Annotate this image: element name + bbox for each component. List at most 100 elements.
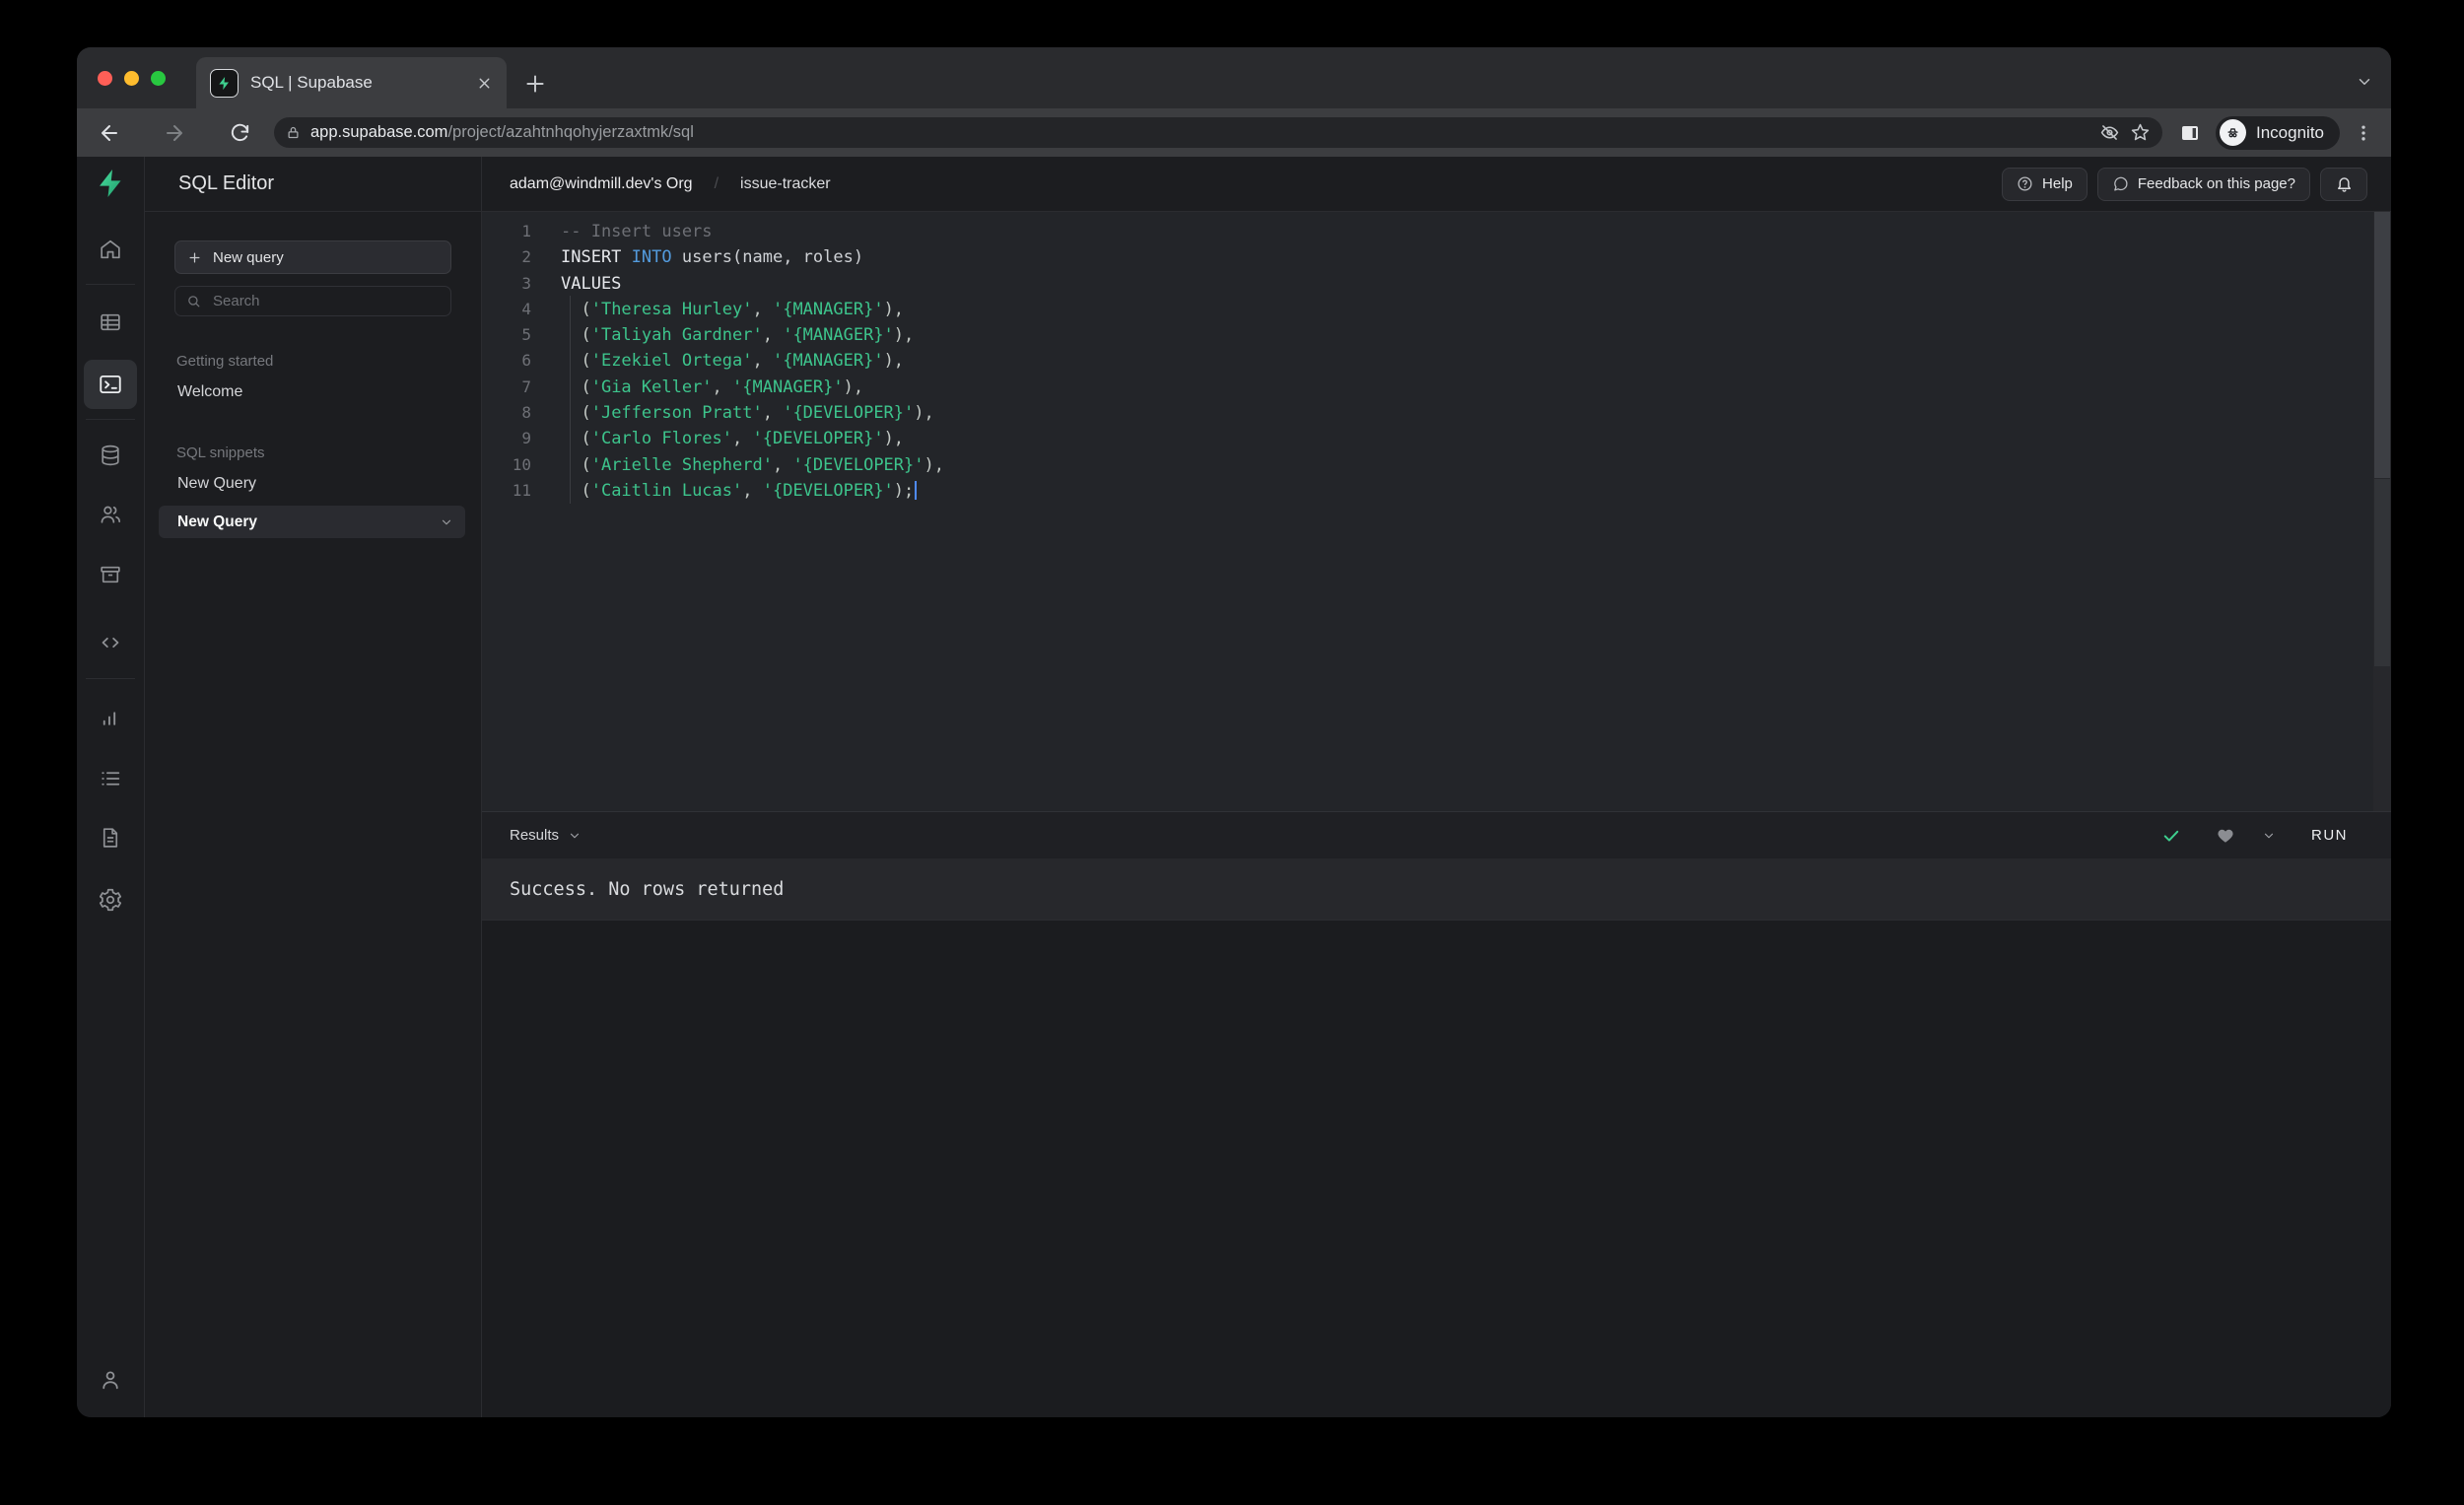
url-path: /project/azahtnhqohyjerzaxtmk/sql — [447, 123, 694, 141]
sidebar-item-label: New Query — [177, 474, 257, 492]
sidebar-item[interactable]: New Query — [174, 467, 451, 500]
lock-icon — [286, 125, 301, 140]
forward-button[interactable] — [160, 118, 189, 148]
code-line-text: ('Caitlin Lucas', '{DEVELOPER}'); — [561, 478, 918, 504]
code-line[interactable]: 4 ('Theresa Hurley', '{MANAGER}'), — [482, 297, 2391, 322]
rail-divider — [86, 419, 135, 420]
logs-icon[interactable] — [99, 767, 123, 791]
traffic-lights — [98, 71, 166, 86]
browser-window: SQL | Supabase app.supabase.com/project/… — [77, 47, 2391, 1417]
supabase-favicon-icon — [210, 68, 239, 98]
query-success-check-icon — [2161, 826, 2181, 846]
code-line[interactable]: 5 ('Taliyah Gardner', '{MANAGER}'), — [482, 322, 2391, 348]
code-line[interactable]: 10 ('Arielle Shepherd', '{DEVELOPER}'), — [482, 452, 2391, 478]
code-line-text: ('Taliyah Gardner', '{MANAGER}'), — [561, 325, 915, 346]
notifications-button[interactable] — [2320, 167, 2367, 201]
code-line[interactable]: 9 ('Carlo Flores', '{DEVELOPER}'), — [482, 426, 2391, 451]
code-lines: 1 -- Insert users 2 INSERT INTO users(name,… — [482, 219, 2391, 504]
code-line-text: ('Arielle Shepherd', '{DEVELOPER}'), — [561, 454, 944, 475]
line-number: 5 — [521, 325, 531, 345]
plus-icon — [187, 250, 202, 265]
supabase-app: SQL Editor New query Getting started Welc… — [77, 157, 2391, 1417]
line-number: 8 — [521, 403, 531, 423]
reload-button[interactable] — [225, 118, 254, 148]
code-line[interactable]: 11 ('Caitlin Lucas', '{DEVELOPER}'); — [482, 478, 2391, 504]
database-icon[interactable] — [99, 444, 123, 468]
home-icon[interactable] — [99, 238, 123, 262]
code-line[interactable]: 7 ('Gia Keller', '{MANAGER}'), — [482, 375, 2391, 400]
sidebar-item-label: New Query — [177, 513, 257, 530]
indent-guide — [570, 296, 571, 504]
browser-tabstrip: SQL | Supabase — [77, 47, 2391, 108]
line-number: 3 — [521, 273, 531, 293]
run-options-chevron-icon[interactable] — [2262, 829, 2276, 843]
bookmark-star-icon[interactable] — [2130, 122, 2151, 143]
code-line-text: -- Insert users — [561, 222, 713, 241]
sidebar-item-active[interactable]: New Query — [159, 506, 465, 538]
back-button[interactable] — [95, 118, 124, 148]
minimize-window-button[interactable] — [124, 71, 139, 86]
results-toolbar: Results RUN — [482, 811, 2391, 858]
sql-code-editor[interactable]: 1 -- Insert users 2 INSERT INTO users(name,… — [482, 212, 2391, 811]
new-tab-button[interactable] — [522, 71, 548, 97]
sidebar-sections: Getting started Welcome SQL snippets New Qu… — [159, 353, 465, 538]
auth-users-icon[interactable] — [99, 503, 123, 527]
nav-rail — [77, 157, 145, 1417]
docs-icon[interactable] — [99, 826, 123, 851]
storage-icon[interactable] — [99, 563, 123, 587]
browser-toolbar: app.supabase.com/project/azahtnhqohyjerz… — [77, 108, 2391, 157]
results-dropdown[interactable]: Results — [510, 827, 582, 844]
editor-scrollbar[interactable] — [2373, 212, 2391, 811]
breadcrumb-project[interactable]: issue-tracker — [740, 175, 831, 193]
breadcrumb-org[interactable]: adam@windmill.dev's Org — [510, 175, 693, 193]
page-title: SQL Editor — [145, 157, 481, 212]
sql-editor-icon[interactable] — [98, 372, 123, 397]
line-number: 2 — [521, 247, 531, 267]
scrollbar-thumb[interactable] — [2374, 212, 2390, 478]
results-empty-area — [482, 920, 2391, 1417]
close-window-button[interactable] — [98, 71, 112, 86]
reports-icon[interactable] — [99, 705, 123, 729]
favorite-heart-icon[interactable] — [2217, 827, 2234, 845]
code-line[interactable]: 3 VALUES — [482, 271, 2391, 297]
tab-close-icon[interactable] — [476, 75, 493, 92]
code-line[interactable]: 6 ('Ezekiel Ortega', '{MANAGER}'), — [482, 348, 2391, 374]
feedback-button[interactable]: Feedback on this page? — [2096, 167, 2310, 201]
code-line-text: ('Carlo Flores', '{DEVELOPER}'), — [561, 429, 905, 449]
table-editor-icon[interactable] — [99, 310, 123, 335]
sidebar-item[interactable]: Welcome — [174, 376, 451, 408]
text-cursor — [915, 480, 918, 500]
line-number: 7 — [521, 376, 531, 396]
run-button[interactable]: RUN — [2311, 827, 2348, 844]
chevron-down-icon[interactable] — [440, 515, 453, 529]
settings-gear-icon[interactable] — [98, 887, 123, 913]
url-bar[interactable]: app.supabase.com/project/azahtnhqohyjerz… — [274, 117, 2162, 148]
help-button[interactable]: Help — [2002, 167, 2088, 201]
account-icon[interactable] — [99, 1368, 123, 1393]
code-line[interactable]: 8 ('Jefferson Pratt', '{DEVELOPER}'), — [482, 400, 2391, 426]
side-panel-icon[interactable] — [2178, 121, 2202, 145]
help-circle-icon — [2017, 175, 2033, 192]
edge-functions-icon[interactable] — [99, 631, 123, 655]
browser-tab[interactable]: SQL | Supabase — [196, 57, 507, 108]
zoom-window-button[interactable] — [151, 71, 166, 86]
tab-title: SQL | Supabase — [250, 73, 373, 92]
code-line-text: ('Ezekiel Ortega', '{MANAGER}'), — [561, 351, 905, 372]
line-number: 10 — [512, 454, 531, 474]
rail-divider — [86, 678, 135, 679]
supabase-logo-icon[interactable] — [95, 168, 126, 199]
tab-search-chevron-icon[interactable] — [2356, 73, 2373, 91]
browser-menu-icon[interactable] — [2354, 123, 2373, 143]
sidebar-item-label: Welcome — [177, 382, 243, 400]
code-line[interactable]: 2 INSERT INTO users(name, roles) — [482, 244, 2391, 270]
code-line-text: INSERT INTO users(name, roles) — [561, 247, 864, 268]
chevron-down-icon — [568, 829, 582, 843]
new-query-button[interactable]: New query — [174, 240, 451, 274]
search-box[interactable] — [174, 286, 451, 316]
breadcrumb-separator: / — [714, 174, 719, 192]
chat-bubble-icon — [2112, 175, 2129, 192]
eye-off-icon[interactable] — [2099, 122, 2120, 143]
search-input[interactable] — [211, 292, 440, 310]
sidebar-section-label: Getting started — [176, 353, 274, 370]
code-line[interactable]: 1 -- Insert users — [482, 219, 2391, 244]
